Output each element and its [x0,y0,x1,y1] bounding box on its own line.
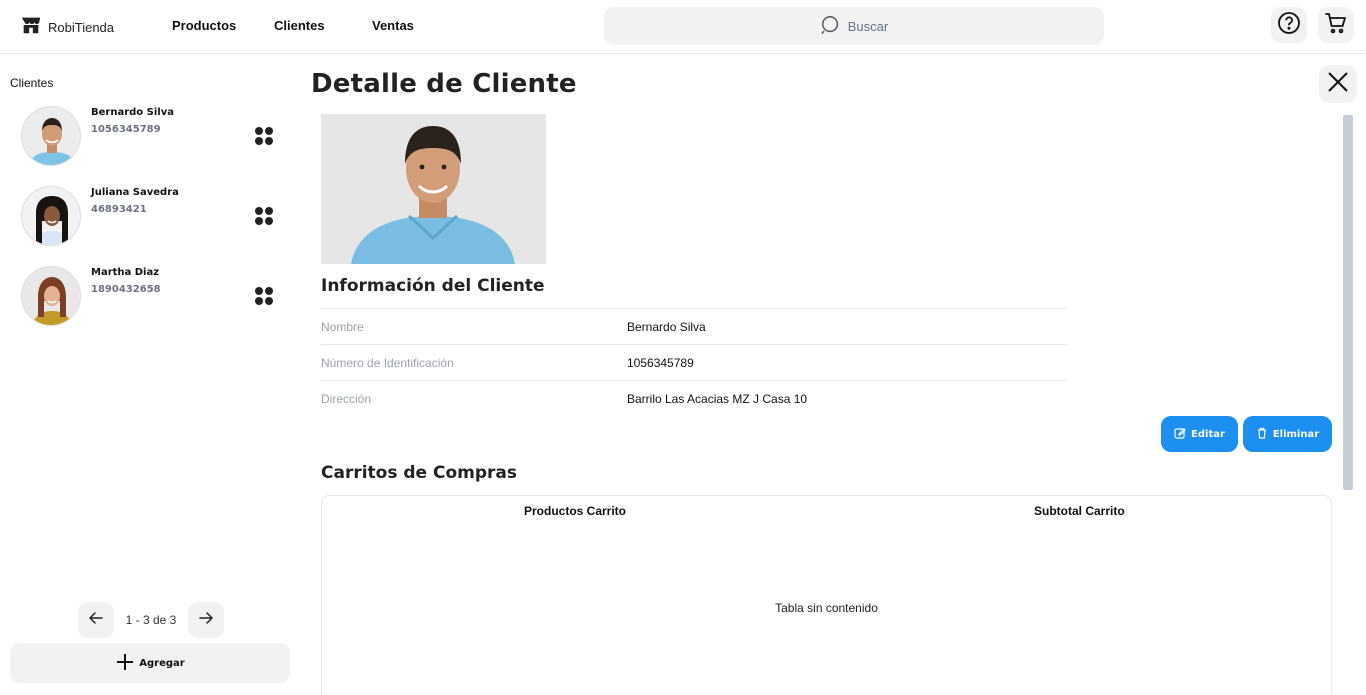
pagination: 1 - 3 de 3 [78,602,224,638]
nav-clientes[interactable]: Clientes [274,18,325,33]
next-page-button[interactable] [188,602,224,638]
top-bar: RobiTienda Productos Clientes Ventas Bus… [0,0,1366,54]
help-button[interactable] [1271,7,1307,43]
store-icon [20,14,42,41]
edit-button[interactable]: Editar [1161,416,1238,452]
info-value: Barrilo Las Acacias MZ J Casa 10 [627,391,808,406]
add-client-button[interactable]: Agregar [10,643,290,683]
info-row: Dirección Barrilo Las Acacias MZ J Casa … [321,380,1067,416]
sidebar-title: Clientes [10,76,54,90]
add-client-label: Agregar [139,657,185,669]
grid-dots-icon[interactable] [254,286,274,306]
arrow-right-icon [198,610,214,631]
carts-table: Productos Carrito Subtotal Carrito Tabla… [321,495,1332,695]
info-label: Dirección [321,391,372,406]
nav-productos[interactable]: Productos [172,18,236,33]
pagination-label: 1 - 3 de 3 [125,613,177,627]
scrollbar[interactable] [1343,115,1353,490]
nav-ventas[interactable]: Ventas [372,18,414,33]
grid-dots-icon[interactable] [254,206,274,226]
client-name: Bernardo Silva [91,107,174,118]
client-photo [321,114,546,264]
cart-button[interactable] [1318,7,1354,43]
cart-icon [1324,11,1348,40]
close-icon [1327,71,1349,98]
search-icon [820,14,842,39]
help-icon [1277,11,1301,40]
edit-label: Editar [1191,428,1225,440]
grid-dots-icon[interactable] [254,126,274,146]
client-item[interactable]: Bernardo Silva 1056345789 [20,106,280,168]
client-id: 1056345789 [91,124,161,135]
client-avatar [21,106,81,166]
trash-icon [1256,427,1268,442]
brand-name: RobiTienda [48,20,115,35]
clients-sidebar: Clientes Bernardo Silva 1056345789 Julia… [0,55,300,695]
brand[interactable]: RobiTienda [20,14,114,41]
info-label: Número de Identificación [321,355,454,370]
column-header: Productos Carrito [524,504,627,518]
delete-label: Eliminar [1272,428,1320,440]
info-label: Nombre [321,319,364,334]
prev-page-button[interactable] [78,602,114,638]
info-table: Nombre Bernardo Silva Número de Identifi… [321,308,1067,416]
plus-icon [115,652,135,675]
client-detail-panel: Detalle de Cliente Información del Clien… [300,55,1366,695]
arrow-left-icon [88,610,104,631]
info-row: Nombre Bernardo Silva [321,308,1067,344]
carts-section-title: Carritos de Compras [321,463,518,483]
search-input[interactable]: Buscar [604,7,1104,45]
info-row: Número de Identificación 1056345789 [321,344,1067,380]
client-name: Martha Diaz [91,267,160,278]
delete-button[interactable]: Eliminar [1243,416,1332,452]
client-item[interactable]: Juliana Savedra 46893421 [20,186,280,248]
client-avatar [21,186,81,246]
page-title: Detalle de Cliente [311,69,577,99]
info-section-title: Información del Cliente [321,276,545,296]
client-id: 1890432658 [91,284,161,295]
search-placeholder: Buscar [847,18,889,34]
info-value: 1056345789 [627,355,694,370]
client-name: Juliana Savedra [91,187,179,198]
client-id: 46893421 [91,204,147,215]
info-value: Bernardo Silva [627,319,706,334]
client-item[interactable]: Martha Diaz 1890432658 [20,266,280,328]
client-avatar [21,266,81,326]
empty-table-message: Tabla sin contenido [775,601,878,615]
edit-icon [1174,427,1186,442]
close-button[interactable] [1319,65,1357,103]
column-header: Subtotal Carrito [1034,504,1125,518]
